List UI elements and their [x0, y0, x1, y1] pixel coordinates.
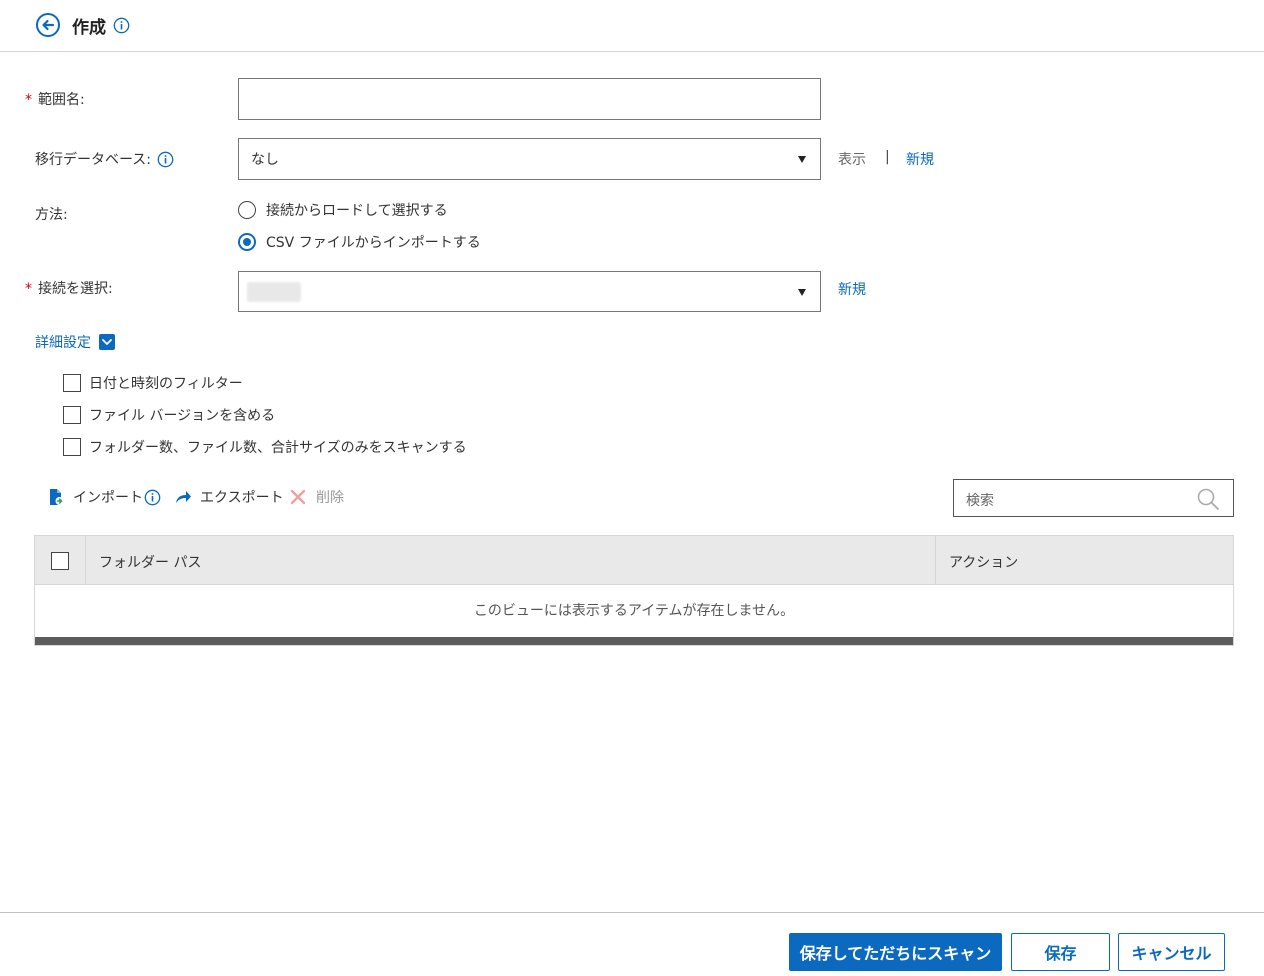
redacted-connection-value — [247, 281, 301, 302]
cancel-button[interactable]: キャンセル — [1118, 933, 1225, 971]
scope-name-input[interactable] — [238, 78, 821, 120]
migration-db-label: 移行データベース: — [35, 149, 174, 169]
save-button[interactable]: 保存 — [1011, 933, 1110, 971]
scope-name-label-text: 範囲名: — [38, 92, 85, 108]
info-icon[interactable] — [144, 489, 161, 506]
checkbox-label: フォルダー数、ファイル数、合計サイズのみをスキャンする — [89, 440, 467, 456]
new-db-link[interactable]: 新規 — [906, 149, 934, 169]
back-arrow-icon[interactable] — [35, 12, 61, 38]
export-button[interactable]: エクスポート — [174, 487, 284, 507]
footer-divider — [0, 912, 1264, 913]
method-option-label: 接続からロードして選択する — [266, 203, 448, 219]
folder-path-table: フォルダー パス アクション このビューには表示するアイテムが存在しません。 — [34, 535, 1234, 646]
new-connection-link[interactable]: 新規 — [838, 279, 866, 299]
export-arrow-icon — [176, 491, 191, 503]
dropdown-caret-icon — [798, 156, 806, 163]
checkbox[interactable] — [63, 374, 81, 392]
migration-db-select[interactable]: なし — [238, 138, 821, 180]
include-file-versions-option[interactable]: ファイル バージョンを含める — [63, 405, 275, 425]
dropdown-caret-icon — [798, 288, 806, 296]
checkbox-label: ファイル バージョンを含める — [89, 408, 276, 424]
method-option-label: CSV ファイルからインポートする — [266, 235, 481, 251]
column-header-action[interactable]: アクション — [949, 552, 1018, 572]
info-icon[interactable] — [113, 17, 130, 34]
radio-button[interactable] — [238, 201, 256, 219]
import-label: インポート — [73, 490, 143, 506]
page-title: 作成 — [72, 18, 106, 38]
migration-db-selected-value: なし — [251, 152, 279, 168]
method-option-csv[interactable]: CSV ファイルからインポートする — [238, 232, 481, 252]
advanced-settings-label[interactable]: 詳細設定 — [35, 332, 91, 352]
delete-button[interactable]: 削除 — [290, 487, 344, 507]
scope-name-label: * 範囲名: — [25, 89, 85, 109]
checkbox-label: 日付と時刻のフィルター — [89, 376, 243, 392]
save-and-scan-button[interactable]: 保存してただちにスキャン — [789, 933, 1002, 971]
empty-message: このビューには表示するアイテムが存在しません。 — [473, 603, 795, 619]
column-divider — [935, 536, 936, 585]
delete-label: 削除 — [316, 490, 344, 506]
scan-counts-only-option[interactable]: フォルダー数、ファイル数、合計サイズのみをスキャンする — [63, 437, 467, 457]
link-separator: | — [885, 149, 890, 165]
export-label: エクスポート — [200, 490, 284, 506]
required-mark: * — [25, 281, 32, 297]
search-box[interactable]: 検索 — [953, 479, 1234, 517]
connection-select[interactable] — [238, 271, 821, 312]
import-file-icon — [50, 489, 64, 505]
delete-x-icon — [290, 489, 306, 505]
column-divider — [85, 536, 86, 585]
table-header: フォルダー パス アクション — [35, 536, 1233, 585]
horizontal-scrollbar[interactable] — [35, 637, 1233, 645]
checkbox[interactable] — [63, 406, 81, 424]
import-button[interactable]: インポート — [47, 487, 143, 507]
select-all-checkbox[interactable] — [51, 552, 69, 570]
required-mark: * — [25, 92, 32, 108]
connection-label-text: 接続を選択: — [38, 281, 113, 297]
view-db-link[interactable]: 表示 — [838, 149, 866, 169]
method-label: 方法: — [35, 207, 68, 223]
search-placeholder[interactable]: 検索 — [966, 490, 994, 510]
info-icon[interactable] — [157, 151, 174, 168]
page-header: 作成 — [0, 0, 1264, 52]
connection-label: * 接続を選択: — [25, 278, 113, 298]
chevron-down-icon[interactable] — [99, 334, 115, 350]
checkbox[interactable] — [63, 438, 81, 456]
radio-button-checked[interactable] — [238, 233, 256, 251]
method-option-load[interactable]: 接続からロードして選択する — [238, 200, 448, 220]
column-header-folder-path[interactable]: フォルダー パス — [99, 552, 201, 572]
date-filter-option[interactable]: 日付と時刻のフィルター — [63, 373, 243, 393]
advanced-settings-toggle[interactable]: 詳細設定 — [35, 332, 115, 352]
search-icon[interactable] — [1196, 487, 1220, 511]
migration-db-label-text: 移行データベース: — [35, 152, 152, 168]
